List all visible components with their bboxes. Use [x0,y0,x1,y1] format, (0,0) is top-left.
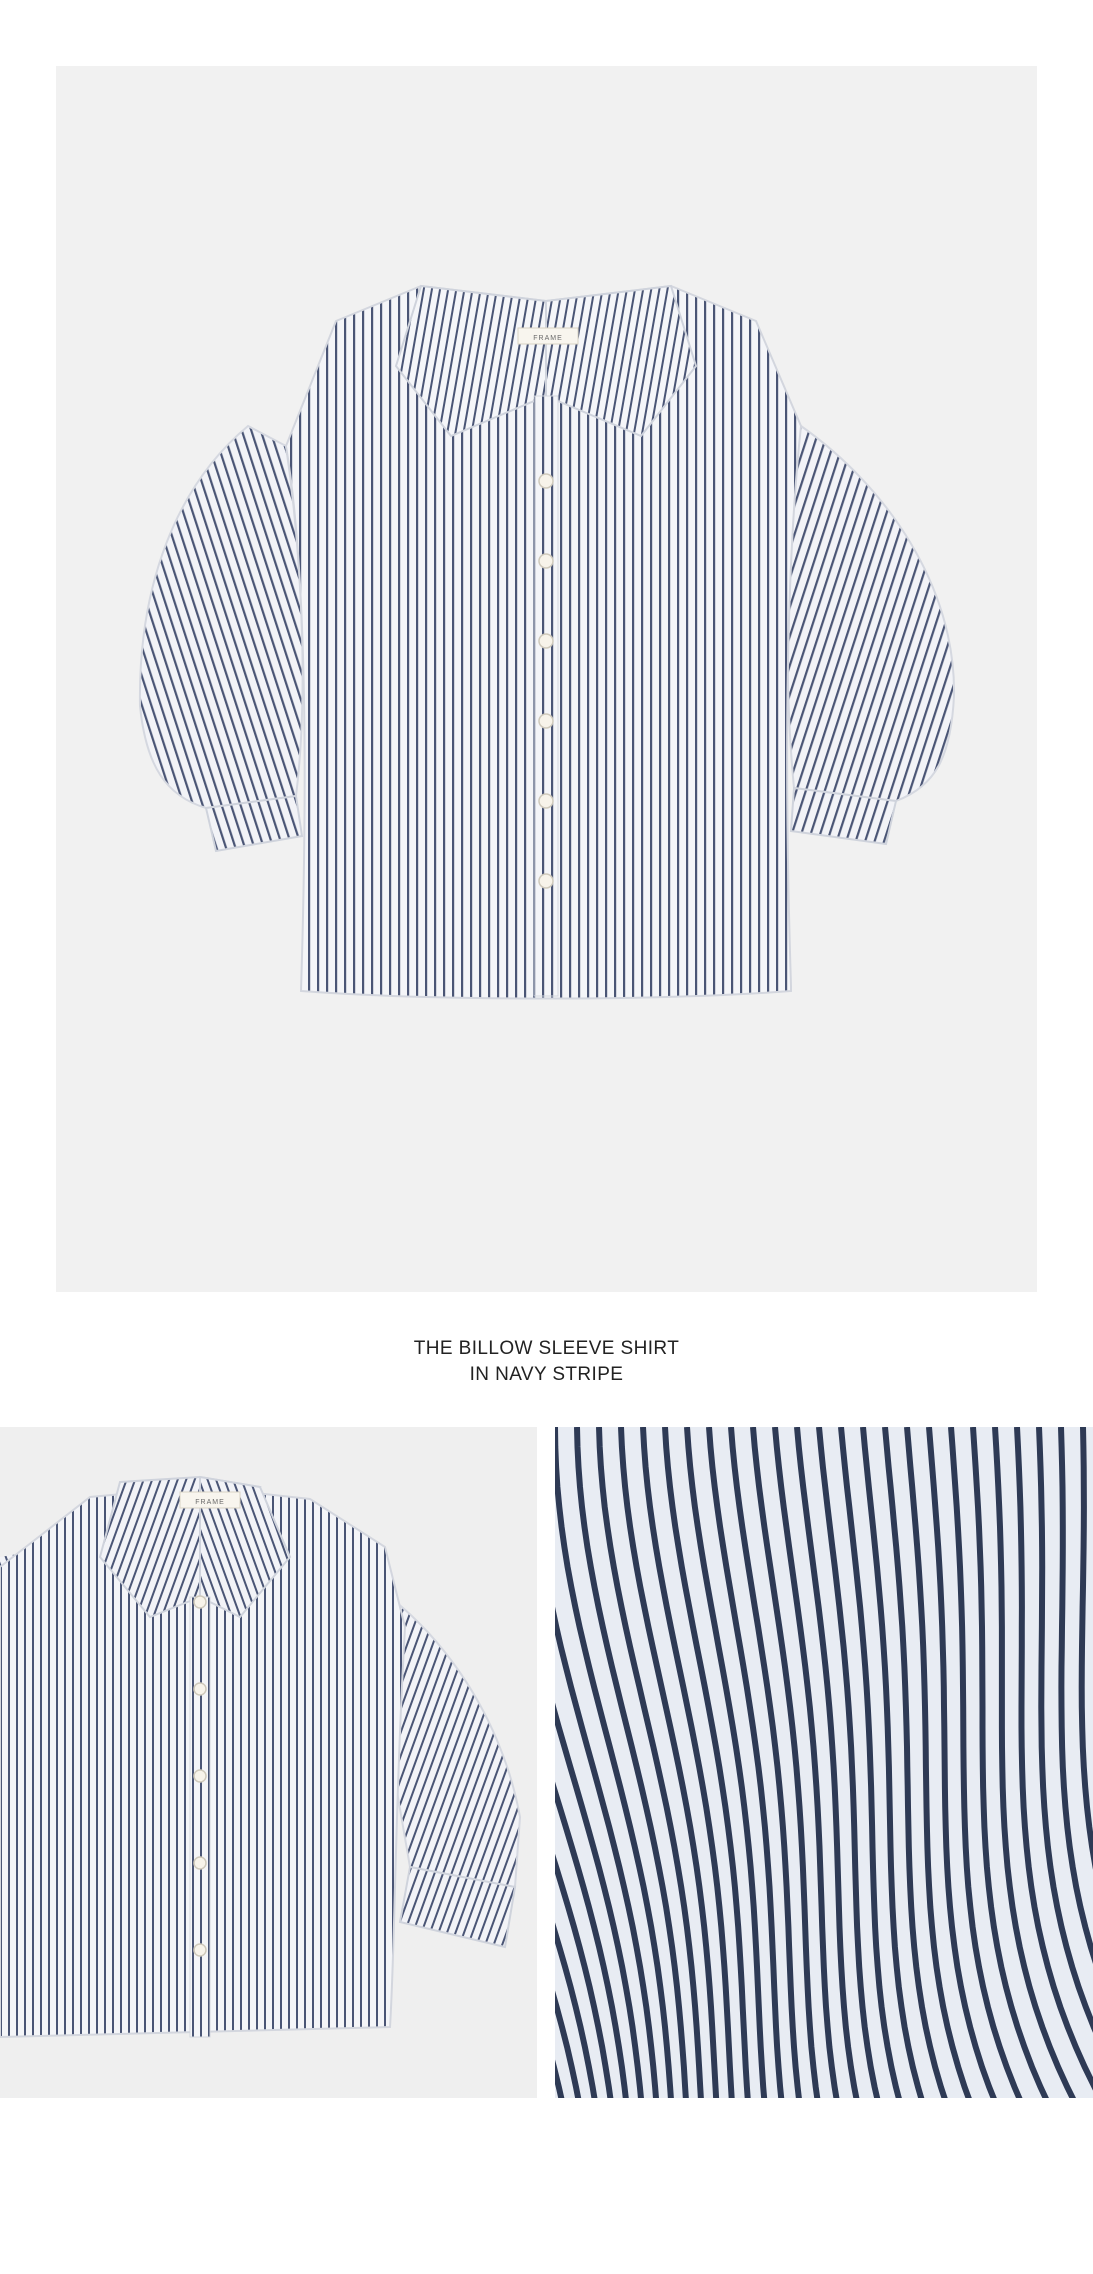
shirt-button [193,1682,207,1696]
shirt-flat-lay-illustration: FRAME [138,284,956,1000]
product-title-line-1: THE BILLOW SLEEVE SHIRT [413,1338,680,1359]
fabric-closeup-image[interactable] [555,1427,1093,2098]
product-title: THE BILLOW SLEEVE SHIRT IN NAVY STRIPE [0,1336,1093,1388]
shirt-button [193,1943,207,1957]
shirt-button [193,1595,207,1609]
shirt-button [538,473,554,489]
shirt-button [538,553,554,569]
shirt-button [193,1856,207,1870]
shirt-button [538,713,554,729]
fabric-stripe-illustration [555,1427,1093,2098]
brand-label-text: FRAME [195,1499,225,1506]
shirt-button [538,633,554,649]
front-detail-image[interactable]: FRAME [0,1427,537,2098]
shirt-button [193,1769,207,1783]
brand-label-text: FRAME [533,335,563,342]
product-title-line-2: IN NAVY STRIPE [469,1364,624,1385]
shirt-front-detail-illustration: FRAME [0,1475,522,2039]
hero-product-image[interactable]: FRAME [56,66,1037,1292]
shirt-button [538,873,554,889]
shirt-button [538,793,554,809]
